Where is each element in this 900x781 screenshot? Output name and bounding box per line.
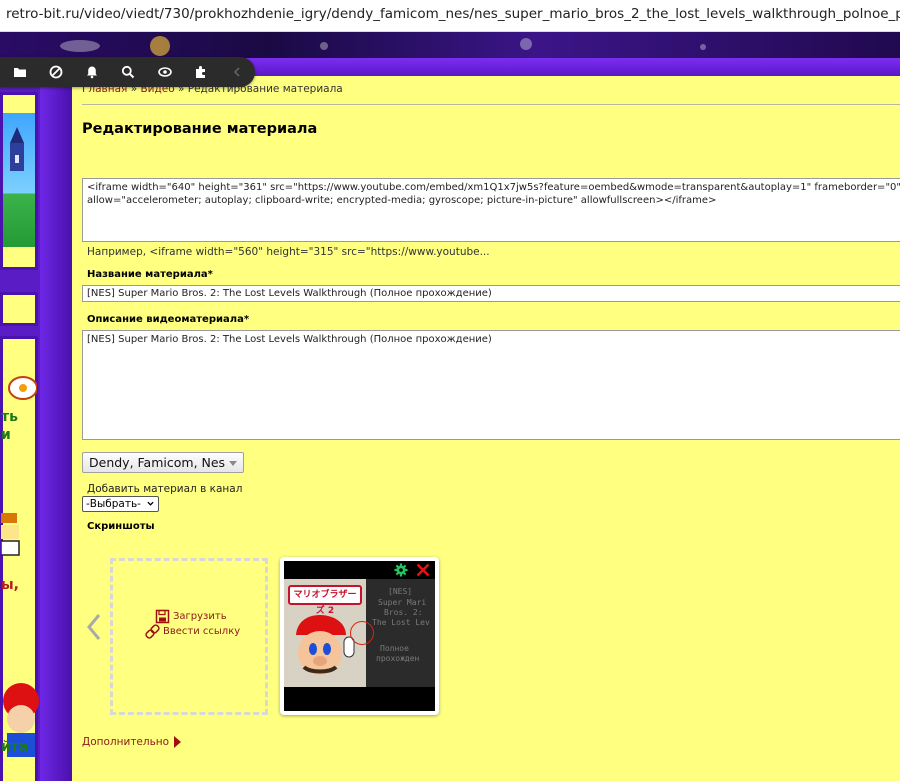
thumb-text: прохожден [376, 654, 420, 663]
video-title-panel: [NES] Super Mari Bros. 2: The Lost Lev П… [366, 579, 435, 687]
sidebar-text: ы, [1, 577, 19, 593]
screenshot-thumbnail[interactable]: マリオブラザーズ 2 [NES] Super Mari Bros. 2: The… [280, 557, 439, 715]
game-logo: マリオブラザーズ 2 [288, 585, 362, 616]
channel-selected: -Выбрать- [86, 498, 141, 510]
thumb-text: Super Mari [378, 598, 427, 607]
sidebar-castle-image [0, 92, 38, 270]
thumb-text: Bros. 2: [384, 608, 423, 617]
thumb-text: The Lost Lev [372, 618, 430, 627]
sidebar-text: йта [1, 739, 29, 755]
cursor-highlight-ring [350, 621, 374, 645]
browser-address-bar[interactable]: retro-bit.ru/video/viedt/730/prokhozhden… [0, 0, 900, 32]
thumb-text: Полное [380, 644, 409, 653]
page-title: Редактирование материала [82, 121, 318, 137]
url-text[interactable]: retro-bit.ru/video/viedt/730/prokhozhden… [6, 6, 900, 22]
description-label: Описание видеоматериала* [87, 314, 250, 325]
dropdown-caret-icon [229, 461, 237, 466]
castle-icon [10, 127, 24, 171]
block-icon[interactable] [38, 57, 74, 87]
speech-bubble-icon [8, 376, 37, 400]
category-select[interactable]: Dendy, Famicom, Nes [82, 452, 244, 473]
more-options-link[interactable]: Дополнительно [82, 736, 182, 748]
sidebar-rail [40, 76, 72, 781]
description-textarea[interactable]: [NES] Super Mario Bros. 2: The Lost Leve… [82, 330, 900, 440]
channel-select[interactable]: -Выбрать- [82, 496, 159, 512]
thumb-text: [NES] [388, 587, 413, 596]
sidebar-text: и [1, 427, 11, 443]
upload-button[interactable]: Загрузить [155, 609, 227, 624]
embed-code-textarea[interactable]: <iframe width="640" height="361" src="ht… [82, 178, 900, 242]
carousel-prev-arrow-icon[interactable] [86, 612, 102, 642]
enter-link-label: Ввести ссылку [163, 626, 241, 637]
enter-link-button[interactable]: Ввести ссылку [145, 624, 240, 639]
puzzle-icon[interactable] [183, 57, 219, 87]
chevron-down-icon [147, 501, 154, 506]
triangle-right-icon [174, 736, 182, 748]
screenshots-label: Скриншоты [87, 521, 155, 532]
title-label: Название материала* [87, 269, 213, 280]
category-selected: Dendy, Famicom, Nes [89, 455, 226, 470]
sidebar-panel [0, 292, 38, 326]
embed-hint: Например, <iframe width="560" height="31… [87, 246, 490, 258]
bell-icon[interactable] [74, 57, 110, 87]
main-content: Главная » Видео » Редактирование материа… [72, 76, 900, 781]
title-input[interactable]: [NES] Super Mario Bros. 2: The Lost Leve… [82, 285, 900, 302]
search-icon[interactable] [110, 57, 146, 87]
folder-icon[interactable] [2, 57, 38, 87]
screenshot-image: マリオブラザーズ 2 [NES] Super Mari Bros. 2: The… [284, 561, 435, 711]
close-icon[interactable] [416, 563, 430, 577]
divider [82, 104, 900, 105]
character-icon [1, 513, 20, 556]
link-icon [145, 624, 160, 639]
site-banner [0, 32, 900, 58]
sidebar-panel-2: ть и ы, йта [0, 336, 39, 781]
mario-face-icon [296, 615, 355, 675]
sidebar-text: ть [1, 409, 18, 425]
collapse-icon[interactable] [219, 57, 255, 87]
more-link-label: Дополнительно [82, 736, 170, 748]
gear-icon[interactable] [394, 563, 408, 577]
upload-label: Загрузить [173, 611, 227, 622]
extension-toolbar [0, 57, 255, 87]
eye-icon[interactable] [147, 57, 183, 87]
upload-dropzone[interactable]: Загрузить Ввести ссылку [110, 558, 268, 715]
floppy-disk-icon [155, 609, 170, 624]
channel-label: Добавить материал в канал [87, 483, 243, 495]
